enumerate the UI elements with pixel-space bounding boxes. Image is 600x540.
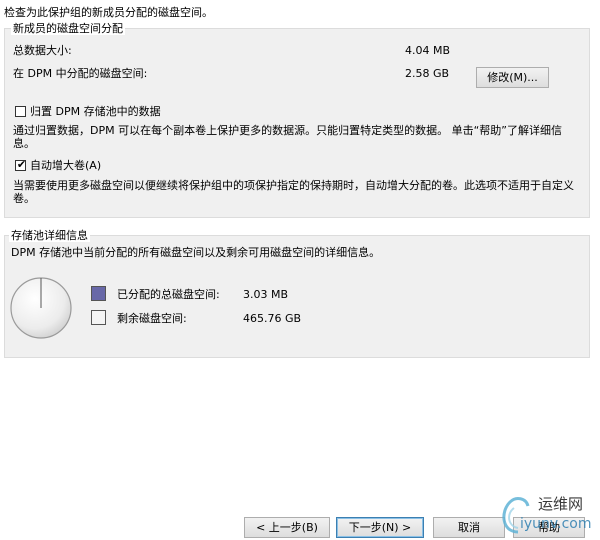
- watermark-text-2: iyunv.com: [520, 516, 592, 532]
- allocation-group: 新成员的磁盘空间分配 总数据大小: 4.04 MB 在 DPM 中分配的磁盘空间…: [4, 22, 590, 218]
- autogrow-checkbox[interactable]: ✔: [15, 158, 27, 171]
- colocate-description: 通过归置数据，DPM 可以在每个副本卷上保护更多的数据源。只能归置特定类型的数据…: [13, 124, 562, 150]
- storage-pool-group-title: 存储池详细信息: [9, 229, 90, 242]
- allocated-legend-swatch: [91, 286, 106, 301]
- checkmark-icon: ✔: [16, 158, 27, 171]
- disk-usage-pie-chart: [10, 277, 72, 339]
- cancel-button[interactable]: 取消: [433, 517, 505, 538]
- intro-text: 检查为此保护组的新成员分配的磁盘空间。: [4, 6, 213, 19]
- storage-pool-group: 存储池详细信息 DPM 存储池中当前分配的所有磁盘空间以及剩余可用磁盘空间的详细…: [4, 229, 590, 358]
- colocate-label[interactable]: 归置 DPM 存储池中的数据: [30, 105, 161, 118]
- dpm-allocated-label: 在 DPM 中分配的磁盘空间:: [13, 67, 148, 80]
- free-space-label: 剩余磁盘空间:: [117, 312, 187, 325]
- total-size-value: 4.04 MB: [405, 44, 451, 57]
- next-button[interactable]: 下一步(N) >: [336, 517, 424, 538]
- colocate-checkbox[interactable]: [15, 106, 26, 117]
- back-button[interactable]: < 上一步(B): [244, 517, 330, 538]
- allocated-space-value: 3.03 MB: [243, 288, 289, 301]
- modify-button[interactable]: 修改(M)...: [476, 67, 549, 88]
- allocation-group-title: 新成员的磁盘空间分配: [11, 22, 125, 35]
- site-watermark: 运维网 iyunv.com: [498, 488, 598, 538]
- allocated-space-label: 已分配的总磁盘空间:: [117, 288, 220, 301]
- free-legend-swatch: [91, 310, 106, 325]
- storage-pool-description: DPM 存储池中当前分配的所有磁盘空间以及剩余可用磁盘空间的详细信息。: [11, 246, 381, 259]
- free-space-value: 465.76 GB: [243, 312, 302, 325]
- total-size-label: 总数据大小:: [13, 44, 72, 57]
- autogrow-label[interactable]: 自动增大卷(A): [30, 159, 101, 172]
- autogrow-description: 当需要使用更多磁盘空间以便继续将保护组中的项保护指定的保持期时，自动增大分配的卷…: [13, 179, 574, 205]
- dpm-allocated-value: 2.58 GB: [405, 67, 450, 80]
- watermark-text-1: 运维网: [538, 495, 584, 513]
